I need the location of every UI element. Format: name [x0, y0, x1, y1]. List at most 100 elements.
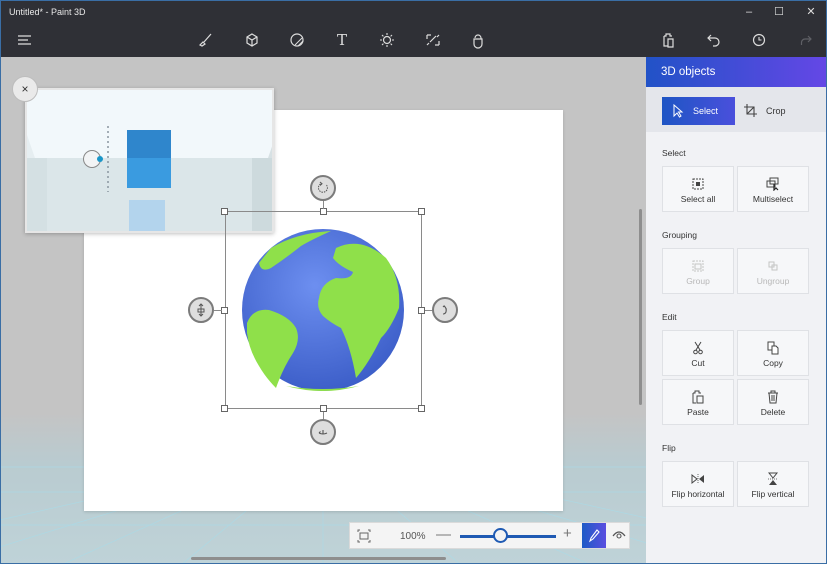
- rotate-icon: [317, 181, 328, 193]
- zoom-slider-track[interactable]: [460, 535, 556, 538]
- trash-icon: [768, 390, 778, 404]
- spin-icon: [318, 430, 328, 435]
- close-preview-button[interactable]: ×: [12, 76, 38, 102]
- sticker-icon[interactable]: [286, 30, 308, 50]
- paint-3d-window: Untitled* - Paint 3D – ☐ ✕ T × 100% — + …: [0, 0, 827, 564]
- depth-guide-line: [107, 126, 109, 192]
- canvas-resize-icon[interactable]: [422, 30, 444, 50]
- side-panel-3d-objects: 3D objects Select Crop Select Select all…: [646, 57, 826, 563]
- zoom-in-button[interactable]: +: [563, 525, 572, 542]
- depth-connector: [214, 310, 222, 311]
- multiselect-button[interactable]: Multiselect: [737, 166, 809, 212]
- minimize-button[interactable]: –: [734, 4, 764, 20]
- section-label-flip: Flip: [662, 443, 676, 453]
- flip-vertical-icon: [767, 472, 779, 485]
- multiselect-icon: [766, 177, 779, 191]
- resize-handle-right[interactable]: [418, 307, 425, 314]
- cursor-icon: [673, 104, 684, 118]
- undo-icon[interactable]: [703, 30, 725, 50]
- maximize-button[interactable]: ☐: [764, 4, 794, 20]
- crop-mode-button[interactable]: Crop: [735, 97, 808, 125]
- crop-mode-label: Crop: [766, 106, 786, 116]
- paste-icon: [692, 390, 704, 404]
- tilt-icon: [442, 305, 447, 315]
- copy-label: Copy: [763, 358, 783, 368]
- paste-label: Paste: [687, 407, 709, 417]
- multiselect-label: Multiselect: [752, 194, 794, 204]
- resize-handle-left[interactable]: [221, 307, 228, 314]
- paste-icon[interactable]: [657, 30, 679, 50]
- resize-handle-bottom[interactable]: [320, 405, 327, 412]
- main-toolbar: T: [1, 23, 826, 57]
- brush-icon[interactable]: [195, 30, 217, 50]
- horizontal-scrollbar[interactable]: [191, 557, 446, 560]
- cube-reflection: [129, 200, 165, 231]
- panel-title: 3D objects: [646, 57, 826, 87]
- selection-box[interactable]: [225, 211, 422, 409]
- resize-handle-top-left[interactable]: [221, 208, 228, 215]
- resize-handle-top[interactable]: [320, 208, 327, 215]
- copy-icon: [767, 341, 779, 355]
- zoom-slider-thumb[interactable]: [492, 528, 508, 543]
- text-icon[interactable]: T: [331, 30, 353, 50]
- vertical-scrollbar[interactable]: [639, 209, 642, 405]
- select-mode-label: Select: [693, 106, 719, 116]
- rotate-y-handle[interactable]: [310, 419, 336, 445]
- sun-icon[interactable]: [376, 30, 398, 50]
- section-label-grouping: Grouping: [662, 230, 697, 240]
- resize-handle-bottom-right[interactable]: [418, 405, 425, 412]
- mode-row: Select Crop: [646, 87, 826, 132]
- title-bar: Untitled* - Paint 3D – ☐ ✕: [1, 1, 826, 23]
- select-all-icon: [692, 178, 704, 190]
- section-label-edit: Edit: [662, 312, 677, 322]
- pen-mode-button[interactable]: [582, 523, 606, 548]
- ungroup-icon: [768, 261, 778, 271]
- rotate-connector: [323, 200, 324, 209]
- ungroup-label: Ungroup: [756, 276, 790, 286]
- flip-horizontal-icon: [691, 473, 704, 485]
- view-3d-button[interactable]: [607, 523, 631, 548]
- fit-to-screen-button[interactable]: [356, 528, 372, 544]
- delete-button[interactable]: Delete: [737, 379, 809, 425]
- delete-label: Delete: [760, 407, 786, 417]
- eye-icon: [612, 531, 626, 539]
- depth-icon: [197, 303, 205, 317]
- flip-vertical-button[interactable]: Flip vertical: [737, 461, 809, 507]
- group-icon: [692, 260, 704, 272]
- canvas-area[interactable]: × 100% — +: [1, 57, 646, 563]
- scissors-icon: [693, 341, 703, 355]
- zoom-percent-label: 100%: [400, 531, 426, 542]
- redo-icon[interactable]: [794, 30, 816, 50]
- zoom-bar: 100% — +: [349, 522, 630, 549]
- ungroup-button[interactable]: Ungroup: [737, 248, 809, 294]
- paste-button[interactable]: Paste: [662, 379, 734, 425]
- preview-cube[interactable]: [127, 130, 173, 190]
- depth-handle-icon[interactable]: [83, 150, 103, 168]
- cut-button[interactable]: Cut: [662, 330, 734, 376]
- cube-icon[interactable]: [241, 30, 263, 50]
- history-icon[interactable]: [748, 30, 770, 50]
- flip-horizontal-label: Flip horizontal: [671, 489, 725, 499]
- rotate-x-handle[interactable]: [432, 297, 458, 323]
- zoom-out-button[interactable]: —: [436, 526, 451, 543]
- select-all-button[interactable]: Select all: [662, 166, 734, 212]
- section-label-select: Select: [662, 148, 686, 158]
- select-all-label: Select all: [680, 194, 716, 204]
- library-icon[interactable]: [467, 30, 489, 50]
- window-title: Untitled* - Paint 3D: [9, 7, 86, 17]
- hamburger-menu-icon[interactable]: [14, 30, 36, 50]
- rotate-z-handle[interactable]: [310, 175, 336, 201]
- select-mode-button[interactable]: Select: [662, 97, 735, 125]
- flip-horizontal-button[interactable]: Flip horizontal: [662, 461, 734, 507]
- resize-handle-bottom-left[interactable]: [221, 405, 228, 412]
- fit-screen-icon: [357, 529, 371, 543]
- pen-icon: [588, 529, 600, 543]
- group-button[interactable]: Group: [662, 248, 734, 294]
- close-button[interactable]: ✕: [796, 4, 826, 20]
- move-depth-handle[interactable]: [188, 297, 214, 323]
- group-label: Group: [686, 276, 710, 286]
- crop-icon: [744, 104, 757, 117]
- resize-handle-top-right[interactable]: [418, 208, 425, 215]
- copy-button[interactable]: Copy: [737, 330, 809, 376]
- flip-vertical-label: Flip vertical: [751, 489, 795, 499]
